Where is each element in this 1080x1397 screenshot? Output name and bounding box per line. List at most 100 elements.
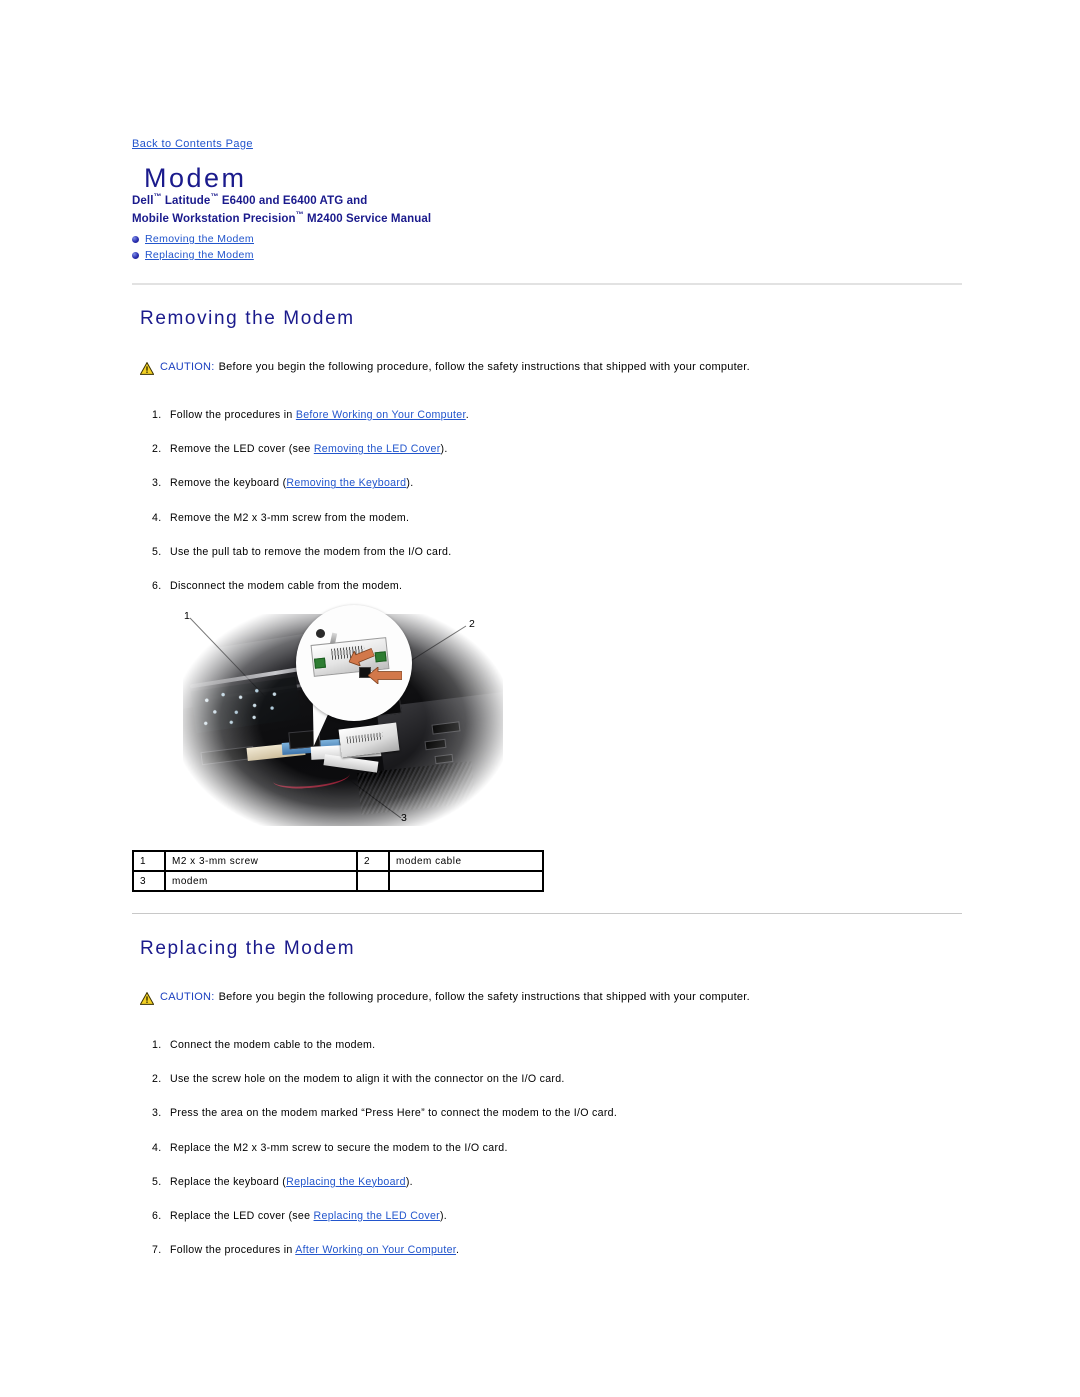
- table-of-contents: Removing the Modem Replacing the Modem: [132, 231, 254, 263]
- legend-index: [357, 871, 389, 891]
- warning-triangle-icon: [140, 992, 154, 1005]
- step-link[interactable]: Replacing the LED Cover: [314, 1210, 440, 1222]
- list-item: 7. Follow the procedures in After Working…: [140, 1243, 617, 1257]
- replacing-caution: CAUTION: Before you begin the following …: [140, 991, 750, 1005]
- removing-section-heading: Removing the Modem: [140, 308, 355, 329]
- list-item: 4. Replace the M2 x 3-mm screw to secure …: [140, 1141, 617, 1155]
- toc-link-label[interactable]: Replacing the Modem: [145, 249, 254, 261]
- step-text: Remove the LED cover (see: [170, 443, 314, 456]
- legend-label: modem: [165, 871, 357, 891]
- section-divider: [132, 283, 962, 285]
- screw-hole: [316, 629, 325, 638]
- step-number: 3.: [152, 1107, 162, 1120]
- removing-caution: CAUTION: Before you begin the following …: [140, 361, 750, 375]
- caution-text: Before you begin the following procedure…: [218, 991, 750, 1003]
- list-item: 2. Use the screw hole on the modem to ali…: [140, 1072, 617, 1086]
- cable-disconnect-arrow-icon: [368, 667, 402, 684]
- list-item: 1. Follow the procedures in Before Workin…: [140, 408, 469, 422]
- step-link[interactable]: Removing the LED Cover: [314, 443, 441, 455]
- step-text-post: ).: [439, 1209, 448, 1222]
- caution-text: Before you begin the following procedure…: [218, 361, 750, 373]
- step-text-post: ).: [406, 477, 414, 490]
- subtitle-models: E6400 and E6400 ATG and: [218, 194, 368, 207]
- step-text-post: .: [465, 409, 469, 421]
- list-item: 1. Connect the modem cable to the modem.: [140, 1038, 617, 1052]
- legend-index: 1: [133, 851, 165, 871]
- toc-item-replacing[interactable]: Replacing the Modem: [132, 247, 254, 263]
- subtitle-latitude: Latitude: [161, 194, 211, 207]
- step-number: 1.: [152, 409, 162, 421]
- callout-number-3: 3: [401, 812, 407, 824]
- callout-number-2: 2: [469, 618, 475, 630]
- step-link[interactable]: Replacing the Keyboard: [286, 1176, 406, 1188]
- subtitle-dell: Dell: [132, 194, 154, 207]
- step-number: 2.: [152, 443, 162, 456]
- step-number: 7.: [152, 1244, 162, 1257]
- step-text: Remove the M2 x 3-mm screw from the mode…: [170, 511, 410, 524]
- step-number: 6.: [152, 579, 162, 592]
- trademark-icon: ™: [295, 210, 304, 220]
- magnified-inset: [296, 605, 412, 749]
- list-item: 3. Press the area on the modem marked “Pr…: [140, 1106, 617, 1120]
- list-item: 5. Use the pull tab to remove the modem f…: [140, 545, 469, 559]
- step-text: Follow the procedures in: [170, 409, 296, 421]
- legend-index: 2: [357, 851, 389, 871]
- caution-label: CAUTION:: [160, 991, 215, 1003]
- step-text: Disconnect the modem cable from the mode…: [170, 579, 403, 592]
- table-row: 3 modem: [133, 871, 543, 891]
- list-item: 6. Replace the LED cover (see Replacing t…: [140, 1209, 617, 1223]
- figure-legend-table: 1 M2 x 3-mm screw 2 modem cable 3 modem: [132, 850, 544, 892]
- step-link[interactable]: After Working on Your Computer: [295, 1244, 456, 1256]
- section-divider: [132, 913, 962, 914]
- step-number: 6.: [152, 1209, 162, 1222]
- table-row: 1 M2 x 3-mm screw 2 modem cable: [133, 851, 543, 871]
- magnifier-circle: [296, 605, 412, 721]
- subtitle-manual: M2400 Service Manual: [303, 213, 432, 226]
- list-item: 5. Replace the keyboard (Replacing the Ke…: [140, 1175, 617, 1189]
- list-item: 3. Remove the keyboard (Removing the Keyb…: [140, 476, 469, 490]
- modem-contact-pad: [375, 651, 387, 663]
- trademark-icon: ™: [210, 192, 219, 201]
- step-text-post: .: [456, 1244, 460, 1257]
- toc-item-removing[interactable]: Removing the Modem: [132, 231, 254, 247]
- step-link[interactable]: Removing the Keyboard: [286, 477, 406, 489]
- step-number: 4.: [152, 1141, 162, 1154]
- step-number: 1.: [152, 1039, 162, 1051]
- step-number: 2.: [152, 1073, 162, 1086]
- bullet-icon: [132, 235, 139, 243]
- product-subtitle: Dell™ Latitude™ E6400 and E6400 ATG and …: [132, 190, 431, 227]
- toc-link-label[interactable]: Removing the Modem: [145, 233, 254, 245]
- step-number: 5.: [152, 545, 162, 558]
- callout-number-1: 1: [184, 610, 190, 622]
- step-text-post: ).: [405, 1175, 413, 1188]
- step-text: Press the area on the modem marked “Pres…: [170, 1107, 618, 1120]
- step-text: Replace the M2 x 3-mm screw to secure th…: [170, 1141, 508, 1154]
- warning-triangle-icon: [140, 362, 154, 375]
- legend-label: M2 x 3-mm screw: [165, 851, 357, 871]
- step-number: 3.: [152, 477, 162, 490]
- step-number: 5.: [152, 1175, 162, 1188]
- caution-label: CAUTION:: [160, 361, 215, 373]
- step-text: Replace the LED cover (see: [170, 1209, 314, 1222]
- legend-label: [389, 871, 543, 891]
- step-text: Follow the procedures in: [170, 1244, 296, 1257]
- list-item: 4. Remove the M2 x 3-mm screw from the mo…: [140, 511, 469, 525]
- legend-label: modem cable: [389, 851, 543, 871]
- removing-steps-list: 1. Follow the procedures in Before Workin…: [140, 408, 469, 613]
- modem-contact-pad: [314, 657, 326, 669]
- step-number: 4.: [152, 511, 162, 524]
- back-to-contents-link[interactable]: Back to Contents Page: [132, 138, 253, 150]
- trademark-icon: ™: [153, 192, 162, 201]
- step-text: Connect the modem cable to the modem.: [170, 1039, 376, 1051]
- replacing-steps-list: 1. Connect the modem cable to the modem. …: [140, 1038, 617, 1277]
- legend-index: 3: [133, 871, 165, 891]
- step-link[interactable]: Before Working on Your Computer: [296, 409, 466, 421]
- list-item: 2. Remove the LED cover (see Removing the…: [140, 442, 469, 456]
- step-text: Remove the keyboard (: [170, 477, 287, 490]
- subtitle-precision: Mobile Workstation Precision: [132, 213, 296, 226]
- replacing-section-heading: Replacing the Modem: [140, 938, 356, 959]
- list-item: 6. Disconnect the modem cable from the mo…: [140, 579, 469, 593]
- step-text-post: ).: [440, 443, 448, 456]
- step-text: Replace the keyboard (: [170, 1175, 287, 1188]
- step-text: Use the screw hole on the modem to align…: [170, 1073, 565, 1086]
